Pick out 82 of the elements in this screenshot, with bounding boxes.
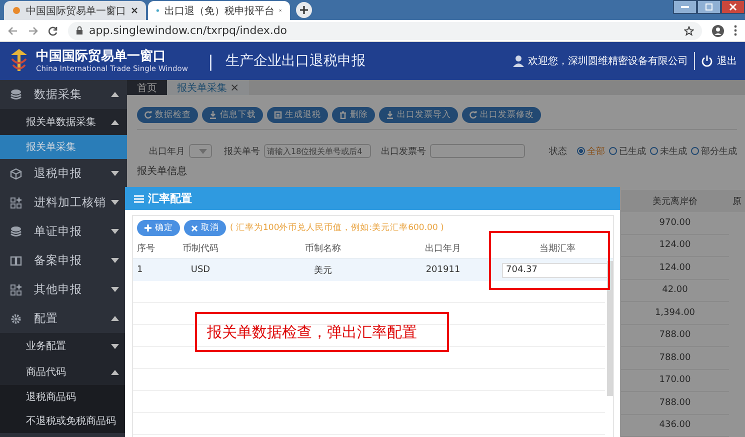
plus-icon — [144, 224, 152, 232]
table-cell: USD — [173, 259, 228, 281]
column-header: 原 — [729, 190, 745, 212]
field-label: 出口年月 — [149, 146, 185, 158]
table-cell: 美元 — [228, 259, 418, 281]
status-radio[interactable]: 未生成 — [650, 144, 687, 158]
restore-icon — [705, 3, 713, 11]
refresh-icon — [469, 111, 477, 119]
rate-input-field[interactable]: 704.37 — [502, 262, 608, 278]
address-field[interactable]: app.singlewindow.cn/txrpq/index.do — [68, 22, 702, 40]
reload-icon[interactable] — [48, 26, 58, 36]
dialog-title: 汇率配置 — [148, 191, 192, 206]
table-cell: 1 — [133, 259, 173, 281]
close-icon[interactable] — [131, 7, 138, 14]
close-icon — [191, 224, 198, 232]
sidebar-item[interactable]: 退税商品码 — [0, 385, 127, 409]
table-cell: 42.00 — [621, 280, 729, 302]
welcome-message: 欢迎您，深圳圆维精密设备有限公司 — [528, 56, 688, 67]
grid-icon — [10, 284, 22, 296]
table-cell: 436.00 — [621, 414, 729, 437]
logo-title: 中国国际贸易单一窗口 — [36, 48, 167, 64]
minimize-icon — [681, 6, 689, 8]
minimize-button[interactable] — [673, 0, 697, 14]
table-cell: 201911 — [418, 259, 468, 281]
gear-icon — [10, 312, 22, 324]
close-button[interactable] — [721, 0, 745, 14]
sidebar-item[interactable]: 商品代码 — [0, 359, 127, 385]
trash-icon — [339, 111, 347, 119]
logout-link[interactable]: 退出 — [717, 54, 737, 68]
section-title: 报关单信息 — [137, 164, 188, 178]
field-label: 状态 — [549, 146, 567, 158]
header-separator: | — [208, 52, 214, 70]
status-radio[interactable]: 部分生成 — [691, 144, 737, 158]
menu-icon[interactable] — [734, 25, 737, 36]
annotation-callout: 报关单数据检查，弹出汇率配置 — [195, 312, 449, 352]
user-icon — [513, 55, 524, 68]
table-cell: 788.00 — [621, 324, 729, 347]
sidebar-item[interactable]: 报关单数据采集 — [0, 109, 127, 135]
system-title: 生产企业出口退税申报 — [225, 52, 366, 70]
close-tab-icon[interactable]: × — [230, 81, 240, 94]
power-icon[interactable] — [701, 55, 713, 67]
status-radio[interactable]: 已生成 — [609, 144, 646, 158]
table-cell: 788.00 — [621, 392, 729, 414]
site-icon — [12, 6, 21, 15]
table-cell: 124.00 — [621, 257, 729, 280]
page-tab[interactable]: 报关单采集 × — [167, 80, 250, 95]
close-icon — [729, 3, 737, 11]
browser-tab[interactable]: 中国国际贸易单一窗口 — [4, 1, 146, 20]
table-cell: 788.00 — [621, 347, 729, 370]
download-icon — [386, 111, 394, 119]
menu-icon — [134, 194, 144, 202]
document-icon — [274, 111, 282, 119]
new-tab-icon[interactable] — [296, 2, 312, 18]
profile-icon[interactable] — [712, 24, 724, 36]
cube-icon — [10, 168, 22, 180]
table-cell: 970.00 — [621, 212, 729, 234]
caret-icon — [199, 148, 207, 154]
book-icon — [10, 255, 22, 266]
forward-icon[interactable] — [28, 26, 38, 36]
field-label: 出口发票号 — [381, 146, 426, 158]
page-tab[interactable]: 首页 — [127, 80, 167, 95]
declaration-number-field[interactable]: 请输入18位报关单号或后4 — [264, 144, 371, 158]
back-icon[interactable] — [8, 26, 18, 36]
restore-button[interactable] — [697, 0, 721, 14]
field-label: 报关单号 — [224, 146, 260, 158]
hint-text: ( 汇率为100外币兑人民币值，例如:美元汇率600.00 ) — [230, 222, 444, 234]
lock-icon — [76, 26, 83, 35]
table-cell: 124.00 — [621, 234, 729, 257]
download-icon — [209, 111, 217, 119]
scrollbar[interactable] — [607, 261, 613, 396]
sidebar-item[interactable]: 不退税或免税商品码 — [0, 409, 127, 433]
invoice-number-field[interactable] — [430, 144, 525, 158]
sidebar-item[interactable]: 业务配置 — [0, 333, 127, 359]
stack-icon — [10, 89, 22, 100]
star-icon[interactable] — [684, 26, 694, 36]
grid-icon — [10, 196, 22, 208]
table-cell: 1,394.00 — [621, 302, 729, 324]
column-header: 美元离岸价 — [621, 190, 729, 212]
refresh-icon — [144, 111, 152, 119]
table-cell: 170.00 — [621, 370, 729, 392]
browser-tab[interactable]: 出口退（免）税申报平台 — [148, 1, 290, 20]
stack-icon — [10, 226, 22, 237]
